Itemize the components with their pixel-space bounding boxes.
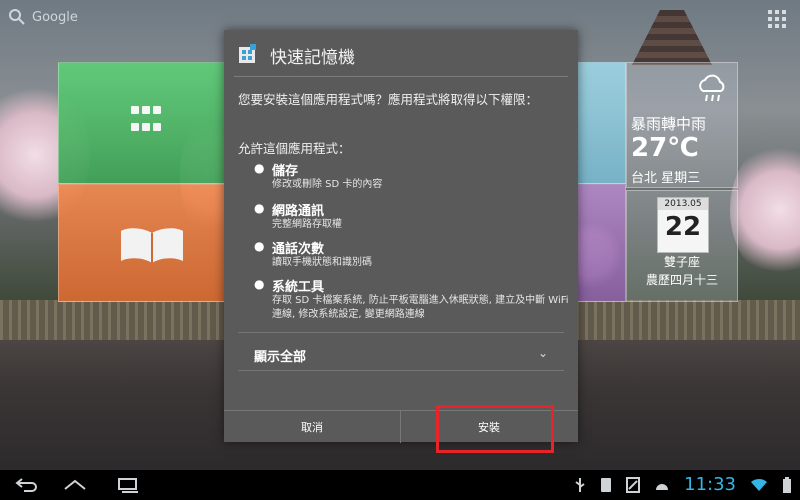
permission-desc: 存取 SD 卡檔案系統, 防止平板電腦進入休眠狀態, 建立及中斷 WiFi 連線… [272,295,569,320]
permission-title: 網路通訊 [272,204,325,219]
weather-city: 台北 星期三 [631,171,701,186]
android-icon [656,483,669,490]
lunar-date: 農歷四月十三 [645,273,718,287]
google-search-bar[interactable]: Google [8,8,78,26]
bullet-icon: ● [254,201,265,215]
usb-icon [575,477,585,492]
dialog-title: 快速記憶機 [270,48,355,68]
permission-desc: 修改或刪除 SD 卡的內容 [272,179,383,190]
home-icon[interactable] [62,476,88,494]
bullet-icon: ● [254,239,265,253]
rain-cloud-icon [699,74,725,102]
calendar-widget[interactable]: 2013.05 22 雙子座 農歷四月十三 [626,190,738,302]
weather-widget[interactable]: 暴雨轉中雨 27℃ 台北 星期三 [626,62,738,188]
permission-title: 通話次數 [272,242,325,257]
calendar-day: 22 [664,212,702,242]
install-highlight-box [436,405,554,453]
divider [238,370,564,371]
notification-icon [626,476,641,493]
divider [238,332,564,333]
bullet-icon: ● [254,161,265,175]
grid-icon [131,106,161,136]
reader-tile[interactable] [58,184,226,302]
divider [234,76,568,77]
status-clock: 11:33 [684,474,736,495]
google-label: Google [32,9,78,25]
install-dialog: 快速記憶機 您要安裝這個應用程式嗎？應用程式將取得以下權限： 允許這個應用程式：… [224,30,578,443]
widget-tile-purple[interactable] [576,184,626,302]
chevron-down-icon[interactable]: ⌄ [538,346,548,360]
install-question: 您要安裝這個應用程式嗎？應用程式將取得以下權限： [238,92,539,107]
system-nav-bar: 11:33 [0,470,800,500]
calendar-date-card: 2013.05 22 [657,197,709,253]
allow-heading: 允許這個應用程式： [238,141,351,156]
weather-temperature: 27℃ [631,133,699,163]
wifi-icon [751,478,767,491]
book-icon [121,228,183,263]
permission-title: 系統工具 [272,280,325,295]
battery-icon [783,476,791,493]
cancel-button[interactable]: 取消 [224,411,401,443]
widget-tile-blue[interactable] [576,62,626,184]
permission-desc: 完整網路存取權 [272,219,342,230]
calendar-month: 2013.05 [658,198,708,210]
apps-tile[interactable] [58,62,226,184]
weather-condition: 暴雨轉中雨 [631,115,707,133]
zodiac-sign: 雙子座 [663,255,700,269]
app-icon [239,44,256,63]
show-all-button[interactable]: 顯示全部 [254,346,306,365]
sd-card-icon [601,477,612,492]
all-apps-icon[interactable] [768,10,786,28]
recent-apps-icon[interactable] [116,476,140,494]
permission-title: 儲存 [272,164,299,179]
status-area[interactable]: 11:33 [574,474,792,495]
back-icon[interactable] [14,477,40,493]
search-icon [9,9,25,25]
bullet-icon: ● [254,277,265,291]
permission-desc: 讀取手機狀態和識別碼 [272,257,372,268]
